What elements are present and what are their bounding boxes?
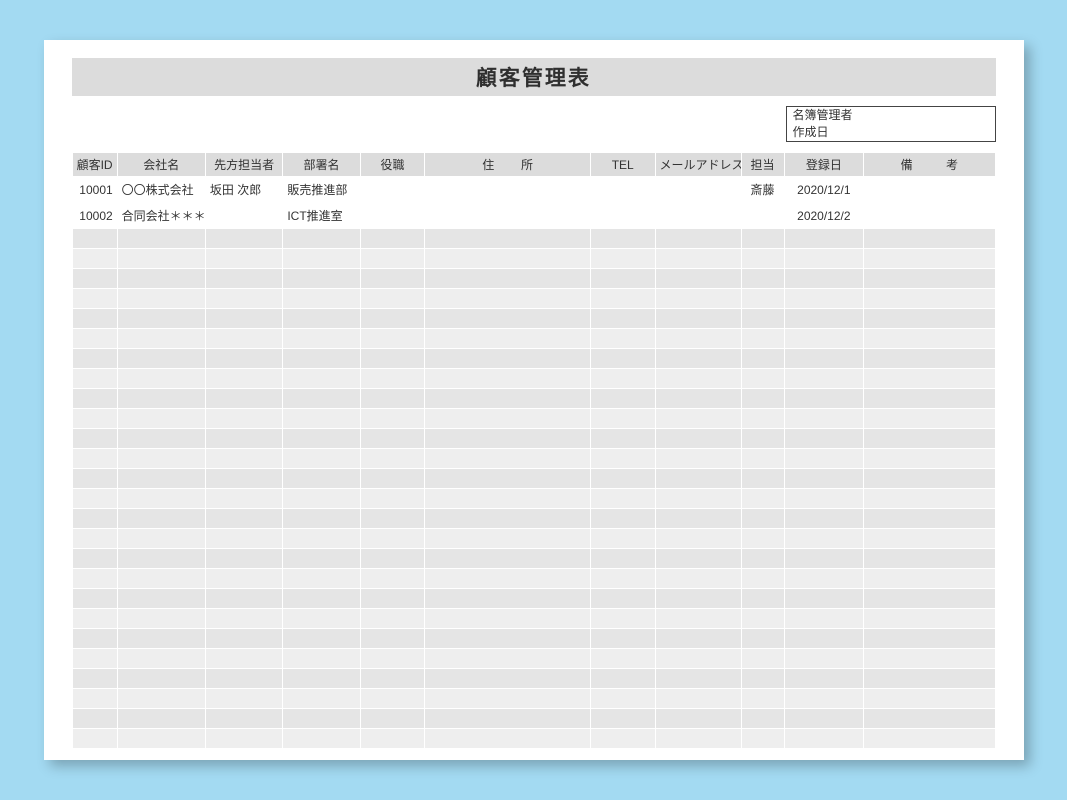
header-staff: 担当 xyxy=(741,153,784,177)
table-row xyxy=(72,429,995,449)
table-row xyxy=(72,389,995,409)
table-header-row: 顧客ID 会社名 先方担当者 部署名 役職 住 所 TEL メールアドレス 担当… xyxy=(72,153,995,177)
cell-dept: 販売推進部 xyxy=(283,177,360,203)
header-id: 顧客ID xyxy=(72,153,117,177)
cell-tel xyxy=(590,203,655,229)
table-row xyxy=(72,569,995,589)
table-row xyxy=(72,309,995,329)
table-row xyxy=(72,349,995,369)
header-dept: 部署名 xyxy=(283,153,360,177)
header-date: 登録日 xyxy=(784,153,864,177)
table-row xyxy=(72,289,995,309)
cell-title xyxy=(360,203,425,229)
table-row xyxy=(72,469,995,489)
cell-company: 〇〇株式会社 xyxy=(117,177,205,203)
cell-email xyxy=(655,203,741,229)
table-row xyxy=(72,549,995,569)
cell-date: 2020/12/2 xyxy=(784,203,864,229)
cell-tel xyxy=(590,177,655,203)
table-row xyxy=(72,329,995,349)
cell-date: 2020/12/1 xyxy=(784,177,864,203)
document-sheet: 顧客管理表 名簿管理者 作成日 顧客ID 会社名 先方担当者 部署名 役職 住 … xyxy=(44,40,1024,760)
cell-company: 合同会社＊＊＊ xyxy=(117,203,205,229)
cell-staff: 斎藤 xyxy=(741,177,784,203)
cell-remarks xyxy=(864,177,995,203)
table-row xyxy=(72,649,995,669)
page-title: 顧客管理表 xyxy=(72,58,996,96)
table-row xyxy=(72,689,995,709)
header-title: 役職 xyxy=(360,153,425,177)
cell-addr xyxy=(425,203,591,229)
header-company: 会社名 xyxy=(117,153,205,177)
cell-contact: 坂田 次郎 xyxy=(205,177,282,203)
cell-email xyxy=(655,177,741,203)
header-tel: TEL xyxy=(590,153,655,177)
table-row xyxy=(72,449,995,469)
table-row xyxy=(72,709,995,729)
table-row xyxy=(72,489,995,509)
table-row xyxy=(72,249,995,269)
cell-id: 10001 xyxy=(72,177,117,203)
cell-id: 10002 xyxy=(72,203,117,229)
table-body: 10001 〇〇株式会社 坂田 次郎 販売推進部 斎藤 2020/12/1 10… xyxy=(72,177,995,749)
table-row xyxy=(72,669,995,689)
table-row xyxy=(72,509,995,529)
header-email: メールアドレス xyxy=(655,153,741,177)
table-row: 10001 〇〇株式会社 坂田 次郎 販売推進部 斎藤 2020/12/1 xyxy=(72,177,995,203)
table-row xyxy=(72,229,995,249)
header-contact: 先方担当者 xyxy=(205,153,282,177)
table-row xyxy=(72,529,995,549)
cell-staff xyxy=(741,203,784,229)
meta-created: 作成日 xyxy=(787,124,995,141)
table-row xyxy=(72,729,995,749)
header-remarks: 備 考 xyxy=(864,153,995,177)
table-row xyxy=(72,609,995,629)
table-row xyxy=(72,589,995,609)
meta-manager: 名簿管理者 xyxy=(787,107,995,124)
cell-title xyxy=(360,177,425,203)
customer-table: 顧客ID 会社名 先方担当者 部署名 役職 住 所 TEL メールアドレス 担当… xyxy=(72,152,996,749)
table-row xyxy=(72,629,995,649)
table-row xyxy=(72,369,995,389)
cell-dept: ICT推進室 xyxy=(283,203,360,229)
header-addr: 住 所 xyxy=(425,153,591,177)
meta-box: 名簿管理者 作成日 xyxy=(786,106,996,142)
table-row: 10002 合同会社＊＊＊ ICT推進室 2020/12/2 xyxy=(72,203,995,229)
cell-contact xyxy=(205,203,282,229)
cell-addr xyxy=(425,177,591,203)
table-row xyxy=(72,269,995,289)
table-row xyxy=(72,409,995,429)
cell-remarks xyxy=(864,203,995,229)
